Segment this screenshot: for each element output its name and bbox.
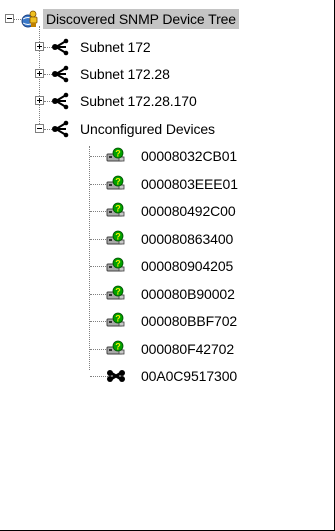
unknown-device-icon: ? — [105, 285, 127, 303]
tree-item-unconfigured-devices[interactable]: Unconfigured Devices — [0, 119, 335, 139]
svg-text:?: ? — [115, 314, 121, 324]
tree-item-label[interactable]: 000080492C00 — [141, 201, 236, 221]
snmp-device-tree-panel: Discovered SNMP Device Tree Subnet 172 S… — [0, 0, 335, 531]
unknown-device-icon: ? — [105, 257, 127, 275]
collapse-toggle[interactable] — [35, 124, 44, 133]
tree-item-label[interactable]: Unconfigured Devices — [80, 119, 215, 139]
unknown-device-icon: ? — [105, 202, 127, 220]
tree-item-label[interactable]: 000080904205 — [141, 256, 233, 276]
tree-item-label[interactable]: Subnet 172 — [80, 37, 151, 57]
tree-item-device[interactable]: 00A0C9517300 — [0, 366, 335, 386]
unknown-device-icon: ? — [105, 147, 127, 165]
unknown-device-icon: ? — [105, 340, 127, 358]
disconnected-device-icon — [105, 367, 127, 385]
tree-item-label[interactable]: 000080B90002 — [141, 284, 235, 304]
svg-text:?: ? — [115, 177, 121, 187]
network-icon — [50, 65, 72, 83]
unknown-device-icon: ? — [105, 175, 127, 193]
svg-text:?: ? — [115, 342, 121, 352]
tree-item-root[interactable]: Discovered SNMP Device Tree — [0, 9, 335, 29]
tree-item-label[interactable]: 000080F42702 — [141, 339, 234, 359]
tree-item-device[interactable]: ? 000080863400 — [0, 229, 335, 249]
tree-item-subnet[interactable]: Subnet 172.28 — [0, 64, 335, 84]
tree-item-label[interactable]: 000080BBF702 — [141, 311, 237, 331]
svg-text:?: ? — [115, 149, 121, 159]
collapse-toggle[interactable] — [5, 14, 14, 23]
tree-item-device[interactable]: ? 000080B90002 — [0, 284, 335, 304]
tree-item-label[interactable]: Subnet 172.28.170 — [80, 91, 197, 111]
svg-text:?: ? — [115, 259, 121, 269]
tree-item-label[interactable]: 00008032CB01 — [141, 146, 237, 166]
network-icon — [50, 120, 72, 138]
svg-text:?: ? — [115, 232, 121, 242]
globe-person-icon — [20, 10, 42, 28]
unknown-device-icon: ? — [105, 230, 127, 248]
tree-item-subnet[interactable]: Subnet 172.28.170 — [0, 91, 335, 111]
tree-item-label[interactable]: Discovered SNMP Device Tree — [43, 9, 239, 29]
tree-item-label[interactable]: Subnet 172.28 — [80, 64, 170, 84]
expand-toggle[interactable] — [35, 96, 44, 105]
network-icon — [50, 92, 72, 110]
unknown-device-icon: ? — [105, 312, 127, 330]
svg-text:?: ? — [115, 204, 121, 214]
tree-item-label[interactable]: 0000803EEE01 — [141, 174, 238, 194]
tree-item-device[interactable]: ? 000080904205 — [0, 256, 335, 276]
tree-item-device[interactable]: ? 0000803EEE01 — [0, 174, 335, 194]
tree-item-label[interactable]: 00A0C9517300 — [141, 366, 237, 386]
expand-toggle[interactable] — [35, 69, 44, 78]
tree-item-device[interactable]: ? 000080492C00 — [0, 201, 335, 221]
tree-item-device[interactable]: ? 000080F42702 — [0, 339, 335, 359]
tree-item-subnet[interactable]: Subnet 172 — [0, 37, 335, 57]
tree-item-device[interactable]: ? 00008032CB01 — [0, 146, 335, 166]
expand-toggle[interactable] — [35, 42, 44, 51]
network-icon — [50, 38, 72, 56]
tree-item-label[interactable]: 000080863400 — [141, 229, 233, 249]
tree-item-device[interactable]: ? 000080BBF702 — [0, 311, 335, 331]
svg-text:?: ? — [115, 287, 121, 297]
